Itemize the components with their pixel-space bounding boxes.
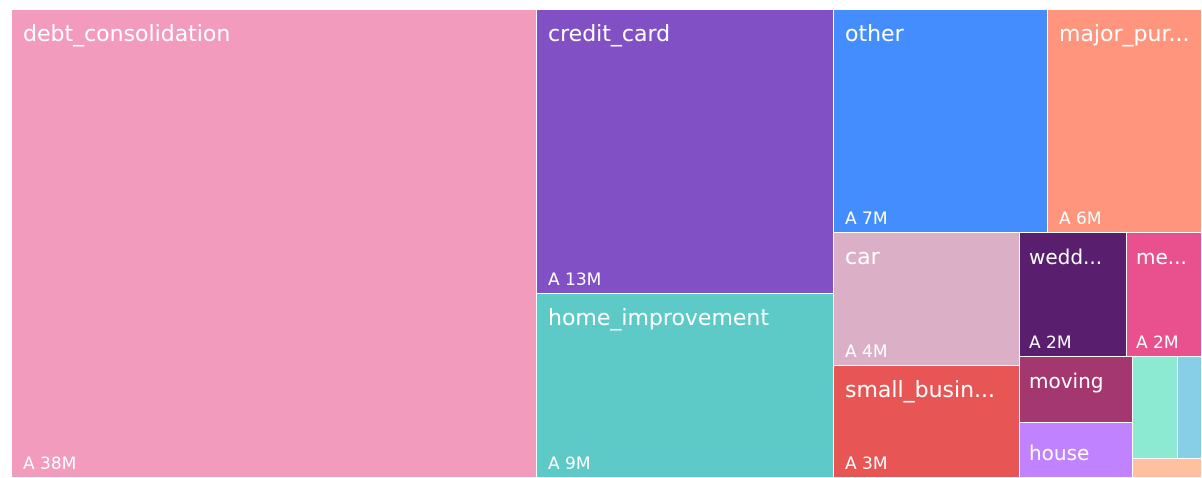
tile-value: A 4M (845, 342, 888, 362)
treemap-tile-house[interactable]: house (1020, 423, 1133, 478)
treemap-tile-debt-consolidation[interactable]: debt_consolidation A 38M (12, 10, 537, 478)
tile-label: wedd... (1029, 245, 1103, 269)
treemap-tile-car[interactable]: car A 4M (834, 233, 1020, 366)
tile-label: house (1029, 441, 1090, 465)
treemap-tile-educational[interactable] (1133, 459, 1202, 478)
treemap-tile-small-business[interactable]: small_busin... A 3M (834, 366, 1020, 478)
tile-label: debt_consolidation (23, 22, 231, 47)
treemap-tile-medical[interactable]: me... A 2M (1127, 233, 1202, 357)
tile-label: other (845, 22, 904, 47)
tile-label: moving (1029, 369, 1104, 393)
tile-label: car (845, 245, 880, 270)
tile-value: A 38M (23, 454, 77, 474)
treemap-tile-major-purchase[interactable]: major_pur... A 6M (1048, 10, 1202, 233)
treemap-tile-vacation[interactable] (1133, 357, 1178, 459)
tile-value: A 7M (845, 209, 888, 229)
tile-label: me... (1136, 245, 1187, 269)
tile-value: A 2M (1136, 333, 1179, 353)
treemap-tile-renewable-energy[interactable] (1178, 357, 1202, 459)
treemap-tile-other[interactable]: other A 7M (834, 10, 1048, 233)
tile-value: A 13M (548, 270, 602, 290)
treemap-tile-home-improvement[interactable]: home_improvement A 9M (537, 294, 834, 478)
treemap-chart: debt_consolidation A 38M credit_card A 13M h… (0, 0, 1202, 478)
tile-label: home_improvement (548, 306, 769, 331)
tile-label: small_busin... (845, 378, 996, 403)
treemap-tile-moving[interactable]: moving (1020, 357, 1133, 423)
tile-value: A 3M (845, 454, 888, 474)
tile-value: A 6M (1059, 209, 1102, 229)
tile-value: A 2M (1029, 333, 1072, 353)
tile-label: credit_card (548, 22, 671, 47)
treemap-tile-wedding[interactable]: wedd... A 2M (1020, 233, 1127, 357)
treemap-tile-credit-card[interactable]: credit_card A 13M (537, 10, 834, 294)
tile-value: A 9M (548, 454, 591, 474)
tile-label: major_pur... (1059, 22, 1190, 47)
